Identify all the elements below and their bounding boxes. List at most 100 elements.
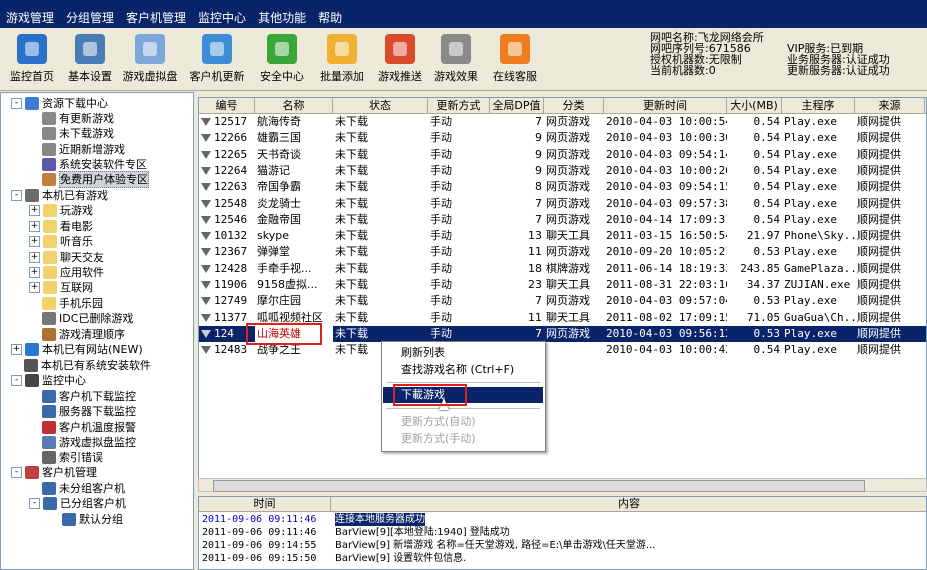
table-cell: 9 <box>535 131 542 145</box>
menu-item-5[interactable]: 帮助 <box>312 9 348 26</box>
table-row[interactable]: 12428 手牵手视... 未下载 手动 18 棋牌游戏 2011-06-14 18:19:… <box>199 261 926 277</box>
table-row[interactable]: 11906 9158虚拟... 未下载 手动 23 聊天工具 2011-08-31 22:0… <box>199 277 926 293</box>
table-cell: ZUJIAN.exe <box>784 278 851 291</box>
tree-expander-icon[interactable]: - <box>11 190 22 201</box>
context-menu-item[interactable]: 下載游戏 <box>383 387 543 403</box>
context-menu-item[interactable]: 查找游戏名称 (Ctrl+F) <box>383 362 543 378</box>
tree-expander-icon[interactable]: + <box>11 344 22 355</box>
column-header[interactable]: 编号 <box>199 98 255 113</box>
tree-node[interactable]: 索引错误 <box>42 450 103 465</box>
tree-node[interactable]: 免费用户体验专区 <box>42 171 149 188</box>
tree-node[interactable]: 手机乐园 <box>42 296 103 311</box>
table-cell: 7 <box>535 212 542 226</box>
tree-node[interactable]: + 本机已有网站(NEW) <box>11 342 143 357</box>
column-header[interactable]: 来源 <box>855 98 925 113</box>
menu-item-2[interactable]: 客户机管理 <box>120 9 192 26</box>
tree-node[interactable]: - 已分组客户机 <box>29 496 126 511</box>
tree-expander-icon[interactable]: + <box>29 267 40 278</box>
table-row[interactable]: 12264 猫游记 未下载 手动 9 网页游戏 2010-04-03 10:00:26 0.5… <box>199 163 926 179</box>
table-row[interactable]: 12367 弹弹堂 未下载 手动 11 网页游戏 2010-09-20 10:05:21 0.… <box>199 244 926 260</box>
tree-node[interactable]: + 看电影 <box>29 219 93 234</box>
table-row[interactable]: 12265 天书奇谈 未下载 手动 9 网页游戏 2010-04-03 09:54:14 0.… <box>199 147 926 163</box>
table-row[interactable]: 11377 呱呱视频社区 未下载 手动 11 聊天工具 2011-08-02 17:09:1… <box>199 310 926 326</box>
tree-expander-icon[interactable]: - <box>29 498 40 509</box>
tree-node[interactable]: - 客户机管理 <box>11 465 97 480</box>
download-arrow-icon <box>201 150 211 159</box>
table-row[interactable]: 12546 金融帝国 未下载 手动 7 网页游戏 2010-04-14 17:09:31 0.… <box>199 212 926 228</box>
column-header[interactable]: 状态 <box>333 98 428 113</box>
tree-expander-icon[interactable]: + <box>29 282 40 293</box>
scrollbar-thumb[interactable] <box>213 480 865 492</box>
menu-item-4[interactable]: 其他功能 <box>252 9 312 26</box>
tree-expander-icon[interactable]: + <box>29 205 40 216</box>
toolbar-button-7[interactable]: 游戏效果 <box>428 32 484 86</box>
log-column-header[interactable]: 时间 <box>199 497 331 511</box>
toolbar-button-5[interactable]: 批量添加 <box>314 32 370 86</box>
toolbar-button-2[interactable]: 游戏虚拟盘 <box>122 32 178 86</box>
context-menu-item[interactable]: 刷新列表 <box>383 345 543 361</box>
tree-node[interactable]: + 应用软件 <box>29 265 104 280</box>
horizontal-scrollbar[interactable] <box>198 478 927 492</box>
tree-node[interactable]: 近期新增游戏 <box>42 142 125 157</box>
tree-node[interactable]: 服务器下载监控 <box>42 404 136 419</box>
table-cell: 聊天工具 <box>546 310 590 324</box>
toolbar-button-8[interactable]: 在线客服 <box>487 32 543 86</box>
menu-item-3[interactable]: 监控中心 <box>192 9 252 26</box>
tree-node[interactable]: 本机已有系统安装软件 <box>24 358 151 373</box>
tree-expander-icon[interactable]: - <box>11 467 22 478</box>
tree-node[interactable]: IDC已删除游戏 <box>42 311 133 326</box>
table-row[interactable]: 12263 帝国争霸 未下载 手动 8 网页游戏 2010-04-03 09:54:15 0.… <box>199 179 926 195</box>
game-list-grid[interactable]: 编号 名称 状态 更新方式 全局DP值 分类 更新时间 大小(MB) 主程序 来源 12517 航海… <box>198 97 927 480</box>
tree-node-label: 近期新增游戏 <box>59 143 125 156</box>
table-row[interactable]: 12749 摩尔庄园 未下载 手动 7 网页游戏 2010-04-03 09:57:04 0.… <box>199 293 926 309</box>
row-id: 12264 <box>214 163 248 177</box>
table-row[interactable]: 12483 战争之王 未下载 2010-04-03 10:00:42 0.54 Play.… <box>199 342 926 358</box>
toolbar-button-3[interactable]: 客户机更新 <box>189 32 245 86</box>
column-header[interactable]: 名称 <box>255 98 333 113</box>
column-header[interactable]: 更新时间 <box>604 98 727 113</box>
tree-node[interactable]: - 资源下载中心 <box>11 96 108 111</box>
tree-expander-icon[interactable]: + <box>29 252 40 263</box>
tree-node[interactable]: 游戏清理顺序 <box>42 327 125 342</box>
table-row[interactable]: 124 山海英雄 未下载 手动 7 网页游戏 2010-04-03 09:56:12 0.53… <box>199 325 926 342</box>
log-panel: 时间 内容 2011-09-06 09:11:46 连接本地服务器成功 2011-09… <box>198 496 927 570</box>
navigation-tree[interactable]: - 资源下载中心 有更新游戏 未下载游戏 近期新增游戏 系统安装软件专区 免费用户体验专区 -… <box>0 92 194 570</box>
table-row[interactable]: 10132 skype 未下载 手动 13 聊天工具 2011-03-15 16:50:54… <box>199 228 926 244</box>
column-header[interactable]: 更新方式 <box>428 98 490 113</box>
tree-node[interactable]: + 听音乐 <box>29 234 93 249</box>
toolbar-button-6[interactable]: 游戏推送 <box>372 32 428 86</box>
row-id: 11906 <box>214 278 248 291</box>
column-header[interactable]: 分类 <box>544 98 604 113</box>
tree-node[interactable]: + 互联网 <box>29 280 93 295</box>
log-column-header[interactable]: 内容 <box>331 497 926 511</box>
tree-node[interactable]: 客户机下载监控 <box>42 389 136 404</box>
tree-node[interactable]: 默认分组 <box>62 512 123 527</box>
column-header[interactable]: 全局DP值 <box>490 98 544 113</box>
tree-node[interactable]: + 聊天交友 <box>29 250 104 265</box>
tree-expander-icon[interactable]: - <box>11 375 22 386</box>
tree-node[interactable]: 未分组客户机 <box>42 481 125 496</box>
table-row[interactable]: 12517 航海传奇 未下载 手动 7 网页游戏 2010-04-03 10:00:54 0.… <box>199 114 926 130</box>
column-header[interactable]: 主程序 <box>782 98 855 113</box>
menu-item-1[interactable]: 分组管理 <box>60 9 120 26</box>
tree-node[interactable]: 有更新游戏 <box>42 111 114 126</box>
table-row[interactable]: 12266 雄霸三国 未下载 手动 9 网页游戏 2010-04-03 10:00:30 0.… <box>199 130 926 146</box>
table-row[interactable]: 12548 炎龙骑士 未下载 手动 7 网页游戏 2010-04-03 09:57:38 0.… <box>199 196 926 212</box>
toolbar-button-0[interactable]: 监控首页 <box>4 32 60 86</box>
tree-node[interactable]: - 本机已有游戏 <box>11 188 108 203</box>
tree-node[interactable]: 未下载游戏 <box>42 126 114 141</box>
toolbar-button-4[interactable]: 安全中心 <box>254 32 310 86</box>
tree-node[interactable]: 游戏虚拟盘监控 <box>42 435 136 450</box>
tree-expander-icon[interactable]: + <box>29 236 40 247</box>
tree-expander-icon[interactable]: + <box>29 221 40 232</box>
toolbar-button-1[interactable]: 基本设置 <box>62 32 118 86</box>
tree-node[interactable]: 系统安装软件专区 <box>42 157 147 172</box>
tree-node[interactable]: 客户机温度报警 <box>42 420 136 435</box>
table-cell: 手动 <box>430 278 452 291</box>
tree-node[interactable]: + 玩游戏 <box>29 203 93 218</box>
tree-node[interactable]: - 监控中心 <box>11 373 86 388</box>
tree-expander-icon[interactable]: - <box>11 98 22 109</box>
table-cell: 7 <box>535 326 542 340</box>
menu-item-0[interactable]: 游戏管理 <box>0 9 60 26</box>
column-header[interactable]: 大小(MB) <box>727 98 782 113</box>
